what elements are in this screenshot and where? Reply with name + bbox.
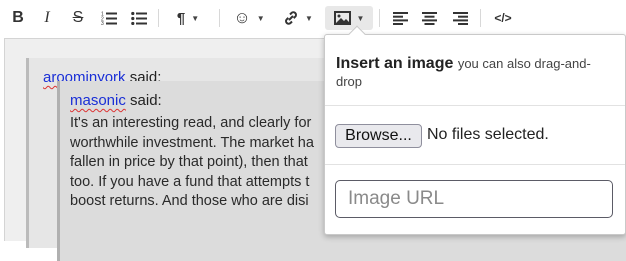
- popup-divider: [325, 164, 625, 165]
- align-center-button[interactable]: [418, 6, 440, 30]
- smilie-icon: ☺: [233, 8, 251, 27]
- code-icon: </>: [494, 11, 512, 25]
- italic-button[interactable]: I: [37, 6, 57, 30]
- quote-author-link[interactable]: masonic: [70, 92, 126, 109]
- unordered-list-icon: [131, 11, 147, 25]
- browse-button[interactable]: Browse...: [335, 124, 422, 148]
- toolbar-separator: [480, 9, 481, 27]
- caret-down-icon: ▼: [191, 13, 200, 23]
- popup-header: Insert an image you can also drag-and-dr…: [336, 55, 616, 91]
- paragraph-icon: ¶: [176, 9, 186, 27]
- strikethrough-button[interactable]: S: [68, 6, 88, 30]
- italic-icon: I: [44, 9, 50, 26]
- image-dropdown[interactable]: ▼: [325, 6, 373, 30]
- insert-image-popup: Insert an image you can also drag-and-dr…: [324, 34, 626, 235]
- align-right-icon: [452, 11, 468, 25]
- link-icon: [285, 11, 297, 25]
- caret-down-icon: ▼: [305, 13, 313, 23]
- source-toggle-button[interactable]: </>: [490, 6, 516, 30]
- ordered-list-button[interactable]: 1 2 3: [98, 6, 120, 30]
- bold-button[interactable]: B: [8, 6, 28, 30]
- ordered-list-icon: 1 2 3: [101, 12, 117, 25]
- align-left-icon: [392, 11, 408, 25]
- caret-down-icon: ▼: [356, 13, 365, 23]
- image-url-input[interactable]: [335, 180, 613, 218]
- no-file-label: No files selected.: [427, 126, 549, 143]
- paragraph-format-dropdown[interactable]: ¶ ▼: [168, 6, 208, 30]
- smilie-dropdown[interactable]: ☺ ▼: [229, 6, 269, 30]
- align-right-button[interactable]: [449, 6, 471, 30]
- align-center-icon: [421, 11, 437, 25]
- toolbar-separator: [158, 9, 159, 27]
- editor-toolbar: B I S 1 2 3 ¶ ▼ ☺ ▼ ▼ ▼ </>: [0, 0, 626, 37]
- strikethrough-icon: S: [72, 9, 84, 26]
- toolbar-separator: [219, 9, 220, 27]
- caret-down-icon: ▼: [256, 13, 265, 23]
- link-dropdown[interactable]: ▼: [278, 6, 318, 30]
- image-icon: [333, 11, 351, 25]
- said-label: said:: [125, 92, 162, 109]
- quote-attribution: masonic said:: [70, 92, 162, 109]
- popup-title: Insert an image: [336, 55, 454, 72]
- align-left-button[interactable]: [389, 6, 411, 30]
- svg-text:3: 3: [101, 21, 104, 25]
- bold-icon: B: [12, 9, 24, 26]
- unordered-list-button[interactable]: [128, 6, 150, 30]
- popup-divider: [325, 105, 625, 106]
- toolbar-separator: [379, 9, 380, 27]
